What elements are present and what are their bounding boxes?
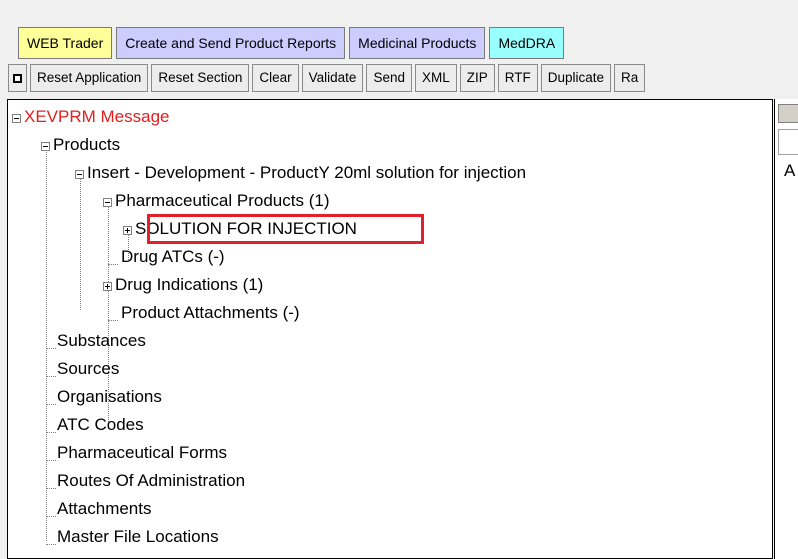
tree-node-product-attachments[interactable]: Product Attachments (-) xyxy=(121,302,300,326)
tree-node-insert-product[interactable]: Insert - Development - ProductY 20ml sol… xyxy=(87,162,526,186)
duplicate-button[interactable]: Duplicate xyxy=(540,64,612,92)
collapse-icon[interactable] xyxy=(12,114,21,123)
tree-node-pharmaceutical-products[interactable]: Pharmaceutical Products (1) xyxy=(115,190,329,214)
tree-node-substances[interactable]: Substances xyxy=(57,330,146,354)
square-icon xyxy=(13,73,22,83)
tree-connector xyxy=(46,516,56,517)
tree-panel: XEVPRM Message Products Insert - Develop… xyxy=(7,99,773,559)
tree-connector xyxy=(46,488,56,489)
tree-node-drug-indications[interactable]: Drug Indications (1) xyxy=(115,274,263,298)
toolbar: Reset Application Reset Section Clear Va… xyxy=(8,64,798,94)
tab-create-send-product-reports[interactable]: Create and Send Product Reports xyxy=(116,27,346,59)
send-button[interactable]: Send xyxy=(366,64,412,92)
tree-connector xyxy=(46,432,56,433)
rtf-button[interactable]: RTF xyxy=(497,64,538,92)
expand-icon[interactable] xyxy=(103,282,112,291)
tree-connector xyxy=(46,544,56,545)
tree-node-master-file-locations[interactable]: Master File Locations xyxy=(57,526,219,550)
tree-connector xyxy=(80,174,81,310)
collapse-icon[interactable] xyxy=(75,170,84,179)
ra-button[interactable]: Ra xyxy=(614,64,646,92)
validate-button[interactable]: Validate xyxy=(301,64,364,92)
tree-connector xyxy=(46,146,47,541)
collapse-icon[interactable] xyxy=(41,142,50,151)
tree-node-pharmaceutical-forms[interactable]: Pharmaceutical Forms xyxy=(57,442,227,466)
tree-root-xevprm-message[interactable]: XEVPRM Message xyxy=(24,106,170,130)
tab-meddra[interactable]: MedDRA xyxy=(489,27,565,59)
tree-node-organisations[interactable]: Organisations xyxy=(57,386,162,410)
reset-section-button[interactable]: Reset Section xyxy=(151,64,250,92)
detail-panel-text: A xyxy=(784,161,796,180)
zip-button[interactable]: ZIP xyxy=(459,64,495,92)
tree-connector xyxy=(46,460,56,461)
tree-connector xyxy=(46,376,56,377)
tab-bar: WEB Trader Create and Send Product Repor… xyxy=(18,27,565,59)
detail-panel-row xyxy=(778,129,798,155)
expand-icon[interactable] xyxy=(123,226,132,235)
tree-connector xyxy=(46,348,56,349)
tree-node-drug-atcs[interactable]: Drug ATCs (-) xyxy=(121,246,225,270)
tree-node-sources[interactable]: Sources xyxy=(57,358,119,382)
tree-node-products[interactable]: Products xyxy=(53,134,120,158)
xml-button[interactable]: XML xyxy=(414,64,457,92)
tree-connector xyxy=(46,404,56,405)
detail-panel-header xyxy=(778,104,798,123)
tab-medicinal-products[interactable]: Medicinal Products xyxy=(349,27,486,59)
collapse-icon[interactable] xyxy=(103,198,112,207)
detail-panel: A xyxy=(774,99,798,559)
tree-connector xyxy=(108,320,118,321)
reset-application-button[interactable]: Reset Application xyxy=(30,64,149,92)
tree-node-solution-for-injection[interactable]: SOLUTION FOR INJECTION xyxy=(135,218,357,242)
tree-connector xyxy=(108,264,118,265)
tab-web-trader[interactable]: WEB Trader xyxy=(18,27,113,59)
clear-button[interactable]: Clear xyxy=(252,64,299,92)
tree-node-routes-of-administration[interactable]: Routes Of Administration xyxy=(57,470,245,494)
collapse-button[interactable] xyxy=(8,64,27,92)
tree-node-atc-codes[interactable]: ATC Codes xyxy=(57,414,144,438)
tree-node-attachments[interactable]: Attachments xyxy=(57,498,152,522)
